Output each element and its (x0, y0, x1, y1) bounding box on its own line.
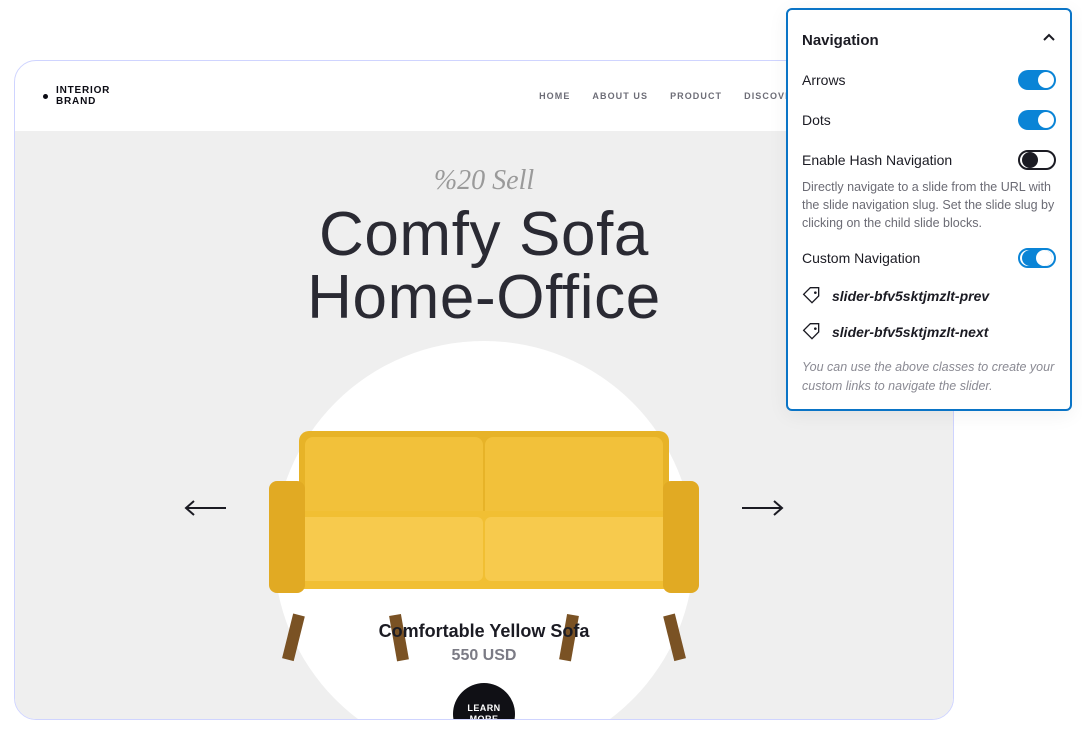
custom-nav-hint: You can use the above classes to create … (802, 358, 1056, 394)
panel-title: Navigation (802, 32, 879, 49)
tag-icon (802, 322, 822, 342)
hero-heading: Comfy Sofa Home-Office (307, 203, 661, 329)
hash-nav-label: Enable Hash Navigation (802, 152, 952, 168)
menu-item-home[interactable]: HOME (539, 91, 570, 101)
arrows-toggle[interactable] (1018, 70, 1056, 90)
promo-text: %20 Sell (434, 165, 534, 197)
next-class-row: slider-bfv5sktjmzlt-next (802, 314, 1056, 350)
slider-next-arrow[interactable] (739, 499, 785, 517)
prev-class-row: slider-bfv5sktjmzlt-prev (802, 278, 1056, 314)
product-price: 550 USD (452, 647, 517, 665)
product-name: Comfortable Yellow Sofa (379, 621, 590, 642)
custom-nav-label: Custom Navigation (802, 250, 920, 266)
navigation-settings-panel: Navigation Arrows Dots Enable Hash Navig… (786, 8, 1072, 411)
collapse-panel-button[interactable] (1042, 31, 1056, 50)
arrow-left-icon (184, 500, 228, 516)
menu-item-about[interactable]: ABOUT US (592, 91, 648, 101)
arrow-right-icon (740, 500, 784, 516)
prev-class-name[interactable]: slider-bfv5sktjmzlt-prev (832, 288, 989, 304)
menu-item-product[interactable]: PRODUCT (670, 91, 722, 101)
tag-icon (802, 286, 822, 306)
brand-text: INTERIOR BRAND (56, 85, 110, 107)
custom-nav-toggle[interactable] (1018, 248, 1056, 268)
chevron-up-icon (1042, 31, 1056, 45)
dots-label: Dots (802, 112, 831, 128)
dots-toggle[interactable] (1018, 110, 1056, 130)
hash-nav-description: Directly navigate to a slide from the UR… (802, 178, 1056, 232)
brand[interactable]: INTERIOR BRAND (43, 85, 110, 107)
hash-nav-toggle[interactable] (1018, 150, 1056, 170)
slider-prev-arrow[interactable] (183, 499, 229, 517)
brand-dot-icon (43, 94, 48, 99)
arrows-label: Arrows (802, 72, 846, 88)
next-class-name[interactable]: slider-bfv5sktjmzlt-next (832, 324, 988, 340)
